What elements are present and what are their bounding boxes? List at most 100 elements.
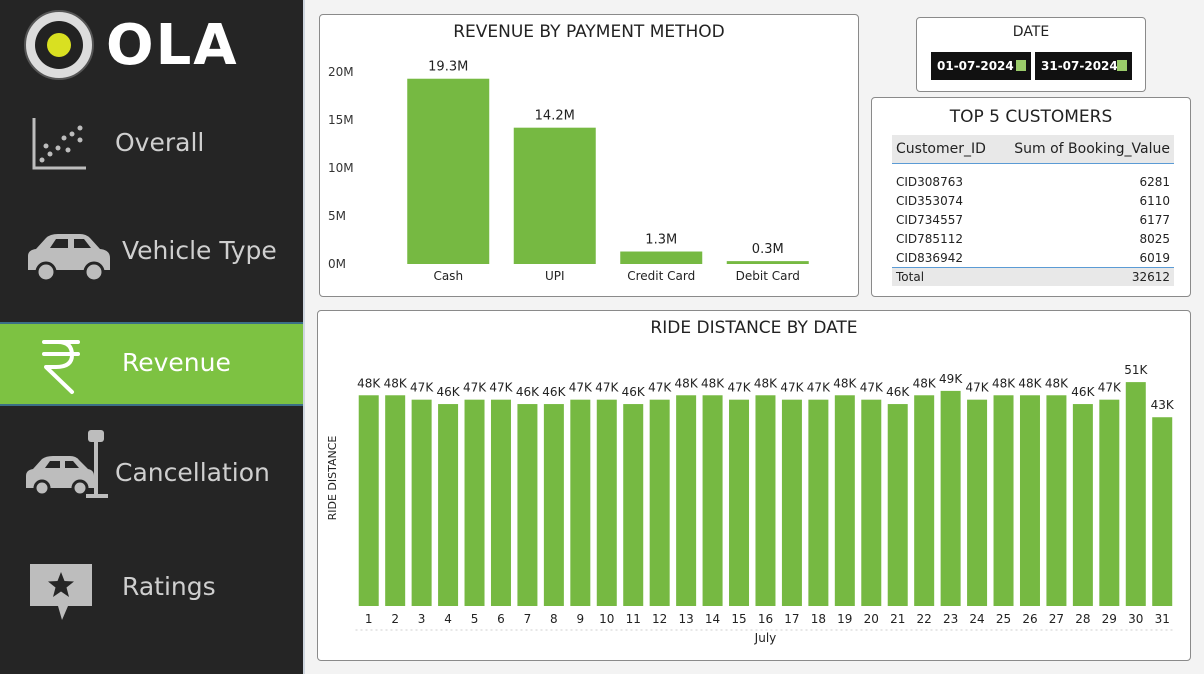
booking-value-cell: 8025: [1139, 231, 1170, 246]
data-label: 46K: [516, 385, 540, 399]
x-tick-label: 24: [969, 612, 984, 626]
bar[interactable]: [861, 399, 882, 606]
bar[interactable]: [993, 395, 1014, 606]
data-label: 48K: [913, 376, 937, 390]
data-label: 47K: [780, 381, 804, 395]
x-tick-label: 28: [1075, 612, 1090, 626]
data-label: 48K: [384, 376, 408, 390]
data-label: 48K: [1045, 376, 1069, 390]
bar[interactable]: [1125, 382, 1146, 606]
data-label: 48K: [675, 376, 699, 390]
booking-value-cell: 6019: [1139, 250, 1170, 265]
x-tick-label: 7: [524, 612, 532, 626]
customer-id-cell: CID308763: [896, 174, 963, 189]
bar[interactable]: [464, 399, 485, 606]
x-tick-label: 1: [365, 612, 373, 626]
bar[interactable]: [1072, 404, 1093, 606]
x-tick-label: 12: [652, 612, 667, 626]
bar[interactable]: [914, 395, 935, 606]
data-label: 48K: [357, 376, 381, 390]
bar[interactable]: [1099, 399, 1120, 606]
ride-distance-panel: RIDE DISTANCE BY DATE RIDE DISTANCE 48K 1 4…: [317, 310, 1191, 661]
brand-name: OLA: [106, 13, 239, 78]
bar[interactable]: [623, 404, 644, 606]
bar[interactable]: [438, 404, 459, 606]
calendar-icon[interactable]: [1117, 60, 1127, 71]
bar[interactable]: [808, 399, 829, 606]
x-axis-label: July: [754, 631, 777, 645]
bar[interactable]: [729, 399, 750, 606]
x-tick-label: 23: [943, 612, 958, 626]
x-tick-label: 16: [758, 612, 773, 626]
bar[interactable]: [702, 395, 723, 606]
bar[interactable]: [517, 404, 538, 606]
bar[interactable]: [513, 127, 596, 265]
nav-item-ratings[interactable]: Ratings: [0, 544, 303, 628]
nav-item-vehicle-type[interactable]: Vehicle Type: [0, 210, 303, 294]
bar[interactable]: [490, 399, 511, 606]
total-value: 32612: [996, 267, 1174, 286]
x-tick-label: 6: [497, 612, 505, 626]
car-icon: [28, 234, 110, 283]
column-header-customer-id[interactable]: Customer_ID: [892, 135, 996, 164]
nav-item-overall[interactable]: Overall: [0, 102, 303, 186]
customer-id-cell: CID734557: [896, 212, 963, 227]
bar[interactable]: [834, 395, 855, 606]
bar[interactable]: [411, 399, 432, 606]
nav-label-cancellation: Cancellation: [115, 458, 270, 487]
bar[interactable]: [596, 399, 617, 606]
x-tick-label: 11: [626, 612, 641, 626]
bar[interactable]: [676, 395, 697, 606]
bar[interactable]: [755, 395, 776, 606]
data-label: 48K: [754, 376, 778, 390]
y-axis-label: RIDE DISTANCE: [326, 436, 339, 521]
bar[interactable]: [940, 390, 961, 606]
data-label: 47K: [966, 381, 990, 395]
data-label: 47K: [860, 381, 884, 395]
x-tick-label: Cash: [433, 269, 463, 283]
x-tick-label: 4: [444, 612, 452, 626]
bar[interactable]: [385, 395, 406, 606]
end-date-input[interactable]: 31-07-2024: [1035, 52, 1132, 80]
bar[interactable]: [1019, 395, 1040, 606]
x-tick-label: 8: [550, 612, 558, 626]
rupee-icon: [42, 340, 80, 394]
x-tick-label: 13: [678, 612, 693, 626]
bar[interactable]: [407, 78, 490, 264]
x-tick-label: Credit Card: [627, 269, 695, 283]
bar[interactable]: [543, 404, 564, 606]
bar[interactable]: [887, 404, 908, 606]
bar[interactable]: [967, 399, 988, 606]
data-label: 47K: [1098, 381, 1122, 395]
table-row: CID836942 6019: [892, 248, 1174, 268]
data-label: 46K: [886, 385, 910, 399]
bar[interactable]: [1152, 417, 1173, 606]
ola-logo-icon: [24, 10, 94, 80]
x-tick-label: 14: [705, 612, 720, 626]
x-tick-label: 25: [996, 612, 1011, 626]
bar[interactable]: [649, 399, 670, 606]
data-label: 48K: [1018, 376, 1042, 390]
x-tick-label: 27: [1049, 612, 1064, 626]
bar[interactable]: [620, 251, 703, 264]
revenue-payment-panel: REVENUE BY PAYMENT METHOD 0M 5M 10M 15M 20M 1…: [319, 14, 859, 297]
data-label: 46K: [542, 385, 566, 399]
bar[interactable]: [358, 395, 379, 606]
bar[interactable]: [781, 399, 802, 606]
data-label: 1.3M: [645, 233, 677, 248]
bar[interactable]: [726, 261, 809, 264]
calendar-icon[interactable]: [1016, 60, 1026, 71]
column-header-booking-value[interactable]: Sum of Booking_Value: [996, 135, 1174, 164]
bar[interactable]: [1046, 395, 1067, 606]
x-tick-label: 17: [784, 612, 799, 626]
nav-item-cancellation[interactable]: Cancellation: [0, 424, 303, 508]
bar[interactable]: [570, 399, 591, 606]
start-date-input[interactable]: 01-07-2024: [931, 52, 1031, 80]
data-label: 0.3M: [752, 242, 784, 257]
x-tick-label: 20: [864, 612, 879, 626]
nav-item-revenue[interactable]: Revenue: [0, 322, 303, 406]
data-label: 43K: [1151, 398, 1175, 412]
date-filter-title: DATE: [1012, 24, 1050, 40]
data-label: 48K: [833, 376, 857, 390]
top-customers-title: TOP 5 CUSTOMERS: [949, 107, 1113, 127]
